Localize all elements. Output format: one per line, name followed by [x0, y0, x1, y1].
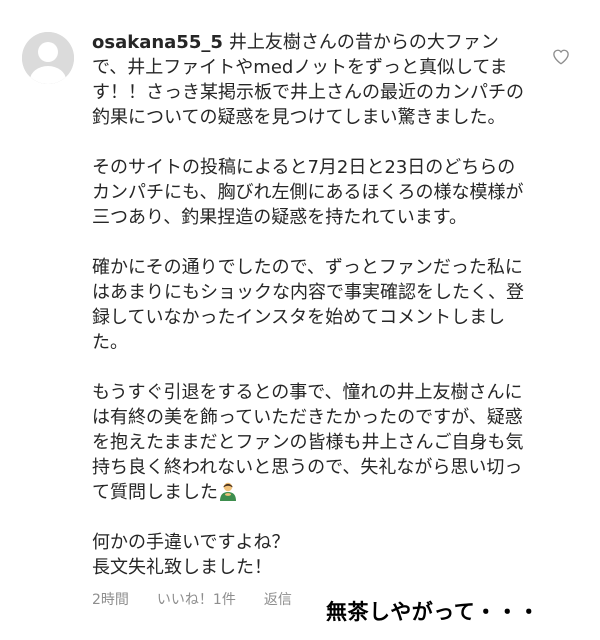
- comment-paragraph: もうすぐ引退をするとの事で、憧れの井上友樹さんには有終の美を飾っていただきたかっ…: [92, 380, 532, 505]
- avatar[interactable]: [22, 32, 74, 84]
- comment-text: もうすぐ引退をするとの事で、憧れの井上友樹さんには有終の美を飾っていただきたかっ…: [92, 382, 524, 503]
- comment-paragraph: 何かの手違いですよね？ 長文失礼致しました！: [92, 530, 532, 580]
- comment-text: 長文失礼致しました！: [92, 557, 272, 578]
- comment-meta: 2時間 いいね！1件 返信: [92, 589, 292, 609]
- comment-text: 何かの手違いですよね？: [92, 532, 290, 553]
- overlay-caption: 無茶しやがって・・・: [326, 600, 540, 624]
- like-heart-icon[interactable]: [552, 48, 570, 66]
- reply-button[interactable]: 返信: [264, 589, 292, 609]
- person-bowing-emoji-icon: [218, 481, 238, 501]
- comment-time[interactable]: 2時間: [92, 589, 129, 609]
- like-count[interactable]: いいね！1件: [157, 589, 236, 609]
- comment-paragraph: osakana55_5 井上友樹さんの昔からの大ファンで、井上ファイトやmedノッ…: [92, 30, 532, 130]
- comment-paragraph: そのサイトの投稿によると7月2日と23日のどちらのカンパチにも、胸びれ左側にある…: [92, 157, 524, 228]
- comment-paragraph: 確かにその通りでしたので、ずっとファンだった私にはあまりにもショックな内容で事実…: [92, 257, 524, 353]
- comment-body: osakana55_5 井上友樹さんの昔からの大ファンで、井上ファイトやmedノッ…: [92, 30, 532, 580]
- default-avatar-icon: [22, 32, 74, 84]
- username[interactable]: osakana55_5: [92, 32, 223, 53]
